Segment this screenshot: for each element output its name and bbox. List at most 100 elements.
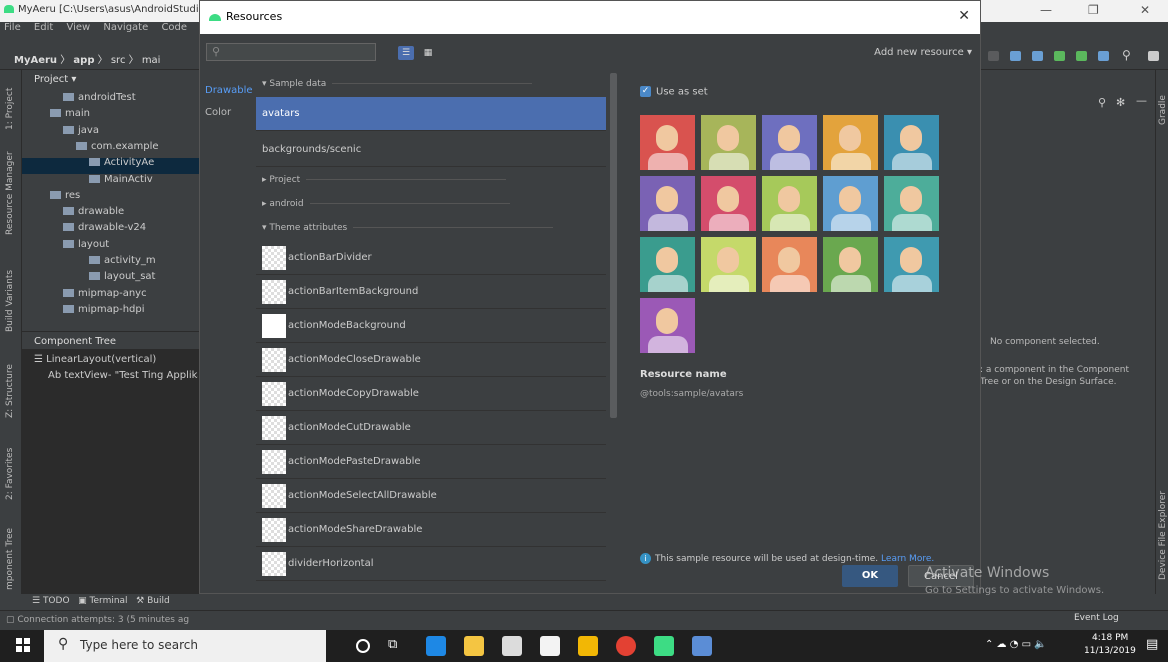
app-taskbar-icon[interactable]	[692, 636, 712, 656]
resource-item[interactable]: dividerHorizontal	[256, 547, 606, 581]
event-log-button[interactable]: Event Log	[1074, 613, 1119, 623]
resource-item-avatars[interactable]: avatars	[256, 97, 606, 131]
avatar-body	[831, 153, 871, 170]
system-tray-icons[interactable]: ⌃ ☁ ◔ ▭ 🔈	[985, 639, 1047, 650]
project-view-label[interactable]: Project	[34, 74, 68, 85]
grid-view-icon[interactable]: ▦	[420, 46, 436, 60]
edge-icon[interactable]	[426, 636, 446, 656]
group-project[interactable]: ▸ Project	[256, 169, 606, 191]
tree-item[interactable]: com.example	[76, 141, 159, 157]
file-explorer-icon[interactable]	[464, 636, 484, 656]
resource-item[interactable]: actionModeCopyDrawable	[256, 377, 606, 411]
build-variants-tool-tab[interactable]: Build Variants	[5, 270, 15, 332]
android-studio-taskbar-icon[interactable]	[654, 636, 674, 656]
list-view-icon[interactable]: ☰	[398, 46, 414, 60]
windows-start-icon[interactable]	[16, 638, 30, 652]
component-tree-tool-tab[interactable]: mponent Tree	[5, 528, 15, 590]
resource-list-scrollbar[interactable]	[610, 73, 617, 418]
project-tool-tab[interactable]: 1: Project	[5, 88, 15, 130]
task-view-icon[interactable]: ⧉	[388, 637, 397, 652]
device-file-explorer-tool-tab[interactable]: Device File Explorer	[1158, 491, 1168, 580]
chrome-icon[interactable]	[616, 636, 636, 656]
group-android[interactable]: ▸ android	[256, 193, 606, 215]
component-textview[interactable]: Ab textView- "Test Ting Applikasi	[48, 370, 198, 381]
tree-item[interactable]: activity_m	[89, 255, 156, 271]
search-everywhere-icon[interactable]: ⚲	[1122, 48, 1131, 62]
panel-hide-icon[interactable]: —	[1136, 94, 1147, 107]
mail-icon[interactable]	[502, 636, 522, 656]
ide-settings-icon[interactable]	[1148, 51, 1159, 61]
tree-item[interactable]: res	[50, 190, 80, 206]
tree-item[interactable]: main	[50, 108, 90, 124]
resource-item[interactable]: actionModeBackground	[256, 309, 606, 343]
menu-navigate[interactable]: Navigate	[103, 22, 148, 33]
tree-item[interactable]: ActivityAe	[89, 157, 154, 173]
favorites-tool-tab[interactable]: 2: Favorites	[5, 448, 15, 500]
close-icon[interactable]: ✕	[1140, 3, 1150, 17]
tree-item[interactable]: MainActiv	[89, 174, 153, 190]
sdk-manager-icon[interactable]	[1010, 51, 1021, 61]
avatar-face	[717, 247, 739, 273]
gradle-tool-tab[interactable]: Gradle	[1158, 95, 1168, 125]
menu-edit[interactable]: Edit	[34, 22, 53, 33]
apk-analyzer-icon[interactable]	[1098, 51, 1109, 61]
resource-item[interactable]: actionBarDivider	[256, 241, 606, 275]
learn-more-link[interactable]: Learn More.	[881, 554, 934, 564]
terminal-tab[interactable]: Terminal	[90, 596, 128, 606]
store-icon[interactable]	[540, 636, 560, 656]
breadcrumb-src[interactable]: src	[111, 55, 126, 66]
layout-inspector-icon[interactable]	[1076, 51, 1087, 61]
resource-item[interactable]: actionModeCloseDrawable	[256, 343, 606, 377]
clock-time[interactable]: 4:18 PM	[1092, 633, 1128, 643]
taskbar-search-input[interactable]: ⚲ Type here to search	[44, 630, 326, 662]
resource-item[interactable]: actionModePasteDrawable	[256, 445, 606, 479]
use-as-set-checkbox[interactable]: ✓ Use as set	[640, 86, 970, 98]
dialog-close-icon[interactable]: ✕	[958, 8, 970, 24]
sticky-notes-icon[interactable]	[578, 636, 598, 656]
avatar-face	[900, 247, 922, 273]
tree-item[interactable]: drawable	[63, 206, 124, 222]
menu-view[interactable]: View	[66, 22, 90, 33]
panel-settings-icon[interactable]: ✻	[1116, 96, 1125, 109]
profiler-icon[interactable]	[1054, 51, 1065, 61]
category-color[interactable]: Color	[200, 95, 256, 118]
group-theme-attributes[interactable]: ▾ Theme attributes	[256, 217, 606, 239]
resource-item[interactable]: actionModeSelectAllDrawable	[256, 479, 606, 513]
resource-item[interactable]: actionBarItemBackground	[256, 275, 606, 309]
breadcrumb-main[interactable]: mai	[142, 55, 161, 66]
ok-button[interactable]: OK	[842, 565, 898, 587]
group-sample-data[interactable]: ▾ Sample data	[256, 73, 606, 95]
minimize-icon[interactable]: —	[1040, 3, 1052, 17]
tree-item[interactable]: java	[63, 125, 99, 141]
resource-manager-tool-tab[interactable]: Resource Manager	[5, 151, 15, 235]
notifications-icon[interactable]: ▤	[1146, 637, 1158, 652]
menu-code[interactable]: Code	[161, 22, 187, 33]
structure-tool-tab[interactable]: Z: Structure	[5, 364, 15, 418]
device-manager-icon[interactable]	[1032, 51, 1043, 61]
toolbar-icon[interactable]	[988, 51, 999, 61]
tree-item[interactable]: mipmap-hdpi	[63, 304, 145, 320]
build-tab[interactable]: Build	[147, 596, 170, 606]
clock-date[interactable]: 11/13/2019	[1084, 646, 1136, 656]
tree-item[interactable]: mipmap-anyc	[63, 288, 147, 304]
category-drawable[interactable]: Drawable	[200, 73, 256, 96]
tree-item[interactable]: drawable-v24	[63, 222, 146, 238]
resource-item[interactable]: actionModeCutDrawable	[256, 411, 606, 445]
breadcrumb-project[interactable]: MyAeru	[14, 55, 57, 66]
breadcrumb-app[interactable]: app	[73, 55, 94, 66]
checkbox-checked-icon: ✓	[640, 86, 651, 97]
todo-tab[interactable]: TODO	[43, 596, 70, 606]
resource-item-backgrounds[interactable]: backgrounds/scenic	[256, 133, 606, 167]
resource-item[interactable]: actionModeShareDrawable	[256, 513, 606, 547]
maximize-icon[interactable]: ❐	[1088, 3, 1099, 17]
add-new-resource-button[interactable]: Add new resource ▾	[874, 47, 972, 58]
panel-search-icon[interactable]: ⚲	[1098, 96, 1106, 109]
tree-item[interactable]: layout_sat	[89, 271, 155, 287]
component-linearlayout[interactable]: ☰ LinearLayout(vertical)	[34, 354, 156, 365]
tree-item[interactable]: androidTest	[63, 92, 136, 108]
tree-item[interactable]: layout	[63, 239, 109, 255]
cortana-icon[interactable]	[356, 639, 370, 653]
resource-search-input[interactable]: ⚲	[206, 43, 376, 61]
menu-file[interactable]: File	[4, 22, 21, 33]
project-panel-header[interactable]: Project ▾	[22, 70, 200, 88]
